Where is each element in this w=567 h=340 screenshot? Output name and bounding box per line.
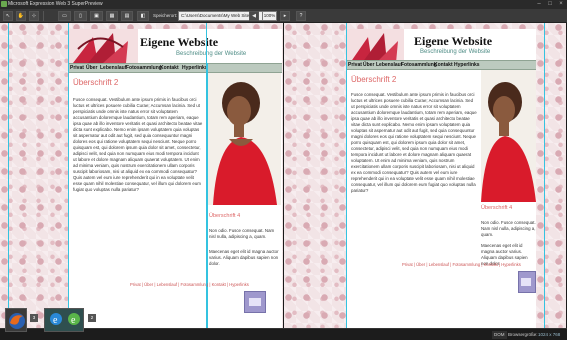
footer-links[interactable]: Privat | Über | Lebenslauf | Fotosammlun… — [402, 262, 521, 267]
heading-2: Überschrift 2 — [73, 78, 119, 87]
page-guide — [8, 23, 9, 328]
nav-link[interactable]: Lebenslauf — [100, 65, 126, 71]
title-bar: Microsoft Expression Web 3 SuperPreview … — [0, 0, 567, 9]
sidebar-text: Non odio. Fusce consequat. Nam nisl null… — [481, 220, 536, 237]
woman-photo — [207, 73, 281, 205]
site-subtitle: Beschreibung der Website — [176, 51, 247, 57]
toolbar-divider — [43, 11, 44, 21]
firefox-icon — [9, 313, 25, 329]
site-header: Eigene Website Beschreibung der Website — [346, 29, 536, 63]
woman-photo — [481, 70, 536, 202]
ie-icon: e — [68, 313, 80, 326]
pan-tool-icon[interactable]: ✋ — [16, 11, 26, 21]
preview-workspace: Eigene Website Beschreibung der Website … — [0, 23, 567, 328]
right-preview-pane[interactable]: Eigene Website Beschreibung der Website … — [284, 23, 567, 328]
firefox-task-button[interactable] — [5, 308, 27, 332]
nav-link[interactable]: Lebenslauf — [376, 62, 402, 68]
site-title: Eigene Website — [414, 34, 493, 48]
nav-link[interactable]: Kontakt — [160, 65, 179, 71]
dom-button[interactable]: DOM — [492, 331, 507, 339]
nav-link[interactable]: Privat — [70, 65, 84, 71]
back-icon[interactable]: ◀ — [249, 11, 259, 21]
browser-size-value[interactable]: 1024 x 768 — [538, 331, 560, 339]
thumbnail-image — [244, 291, 266, 313]
select-tool-icon[interactable]: ↖ — [3, 11, 13, 21]
nav-bar: Privat Über Lebenslauf Fotosammlung Kont… — [346, 60, 536, 70]
ruler-icon[interactable]: ▤ — [121, 11, 133, 21]
page-guide — [346, 23, 347, 328]
help-icon[interactable]: ? — [296, 11, 306, 21]
heading-2: Überschrift 2 — [351, 75, 397, 84]
count-badge: 3 — [30, 314, 38, 322]
grid-icon[interactable]: ▦ — [106, 11, 118, 21]
nav-link[interactable]: Über — [86, 65, 97, 71]
layout-vertical-icon[interactable]: ▯ — [74, 11, 87, 21]
nav-link[interactable]: Kontakt — [434, 62, 453, 68]
maximize-button[interactable]: □ — [545, 1, 555, 8]
nav-link[interactable]: Fotosammlung — [401, 62, 437, 68]
footer-links[interactable]: Privat | Über | Lebenslauf | Fotosammlun… — [130, 282, 249, 287]
highlight-icon[interactable]: ◧ — [137, 11, 149, 21]
nav-link[interactable]: Hyperlinks — [454, 62, 480, 68]
sidebar-text: Non odio. Fusce consequat. Nam nisl null… — [209, 228, 275, 239]
nav-bar: Privat Über Lebenslauf Fotosammlung Kont… — [68, 63, 282, 73]
site-subtitle: Beschreibung der Website — [420, 49, 491, 55]
toolbar: ↖ ✋ ⊹ ▭ ▯ ▣ ▦ ▤ ◧ Speicherort: C:\Users\… — [0, 9, 567, 23]
thumbnail-image — [518, 271, 536, 293]
ie-task-button[interactable]: e e — [44, 308, 84, 332]
svg-text:e: e — [53, 315, 58, 326]
nav-link[interactable]: Über — [363, 62, 374, 68]
zoom-input[interactable]: 100% — [262, 11, 277, 21]
left-preview-pane[interactable]: Eigene Website Beschreibung der Website … — [0, 23, 284, 328]
sidebar-text: Maecenas eget elit id magna auctor variu… — [209, 249, 279, 266]
layout-horizontal-icon[interactable]: ▭ — [58, 11, 71, 21]
status-bar: DOM Browsergröße: 1024 x 768 — [0, 328, 567, 340]
heading-4: Überschrift 4 — [481, 205, 513, 211]
svg-text:e: e — [71, 315, 76, 326]
body-text: Fusce consequat. Vestibulum ante ipsum p… — [351, 92, 477, 193]
body-text: Fusce consequat. Vestibulum ante ipsum p… — [73, 97, 203, 192]
path-label: Speicherort: — [153, 13, 178, 18]
pointer-tool-icon[interactable]: ⊹ — [29, 11, 39, 21]
page-guide — [206, 23, 207, 328]
browser-size-label: Browsergröße: — [508, 332, 538, 337]
page-guide — [68, 23, 69, 328]
nav-link[interactable]: Fotosammlung — [126, 65, 162, 71]
left-page: Eigene Website Beschreibung der Website … — [68, 29, 282, 328]
site-header: Eigene Website Beschreibung der Website — [68, 29, 282, 63]
app-icon — [1, 1, 7, 7]
close-button[interactable]: × — [556, 1, 566, 8]
heading-4: Überschrift 4 — [209, 213, 241, 219]
minimize-button[interactable]: – — [534, 1, 544, 8]
flower-logo-icon — [68, 29, 138, 63]
page-guide — [544, 23, 545, 328]
zoom-icon[interactable]: ▸ — [280, 11, 290, 21]
window-title: Microsoft Expression Web 3 SuperPreview — [8, 1, 103, 7]
flower-logo-icon — [346, 29, 404, 63]
layout-overlay-icon[interactable]: ▣ — [90, 11, 103, 21]
right-page: Eigene Website Beschreibung der Website … — [346, 29, 536, 328]
ie-icon: e — [50, 313, 62, 326]
column-guide — [207, 63, 208, 328]
nav-link[interactable]: Hyperlinks — [182, 65, 208, 71]
nav-link[interactable]: Privat — [348, 62, 362, 68]
count-badge: 2 — [88, 314, 96, 322]
